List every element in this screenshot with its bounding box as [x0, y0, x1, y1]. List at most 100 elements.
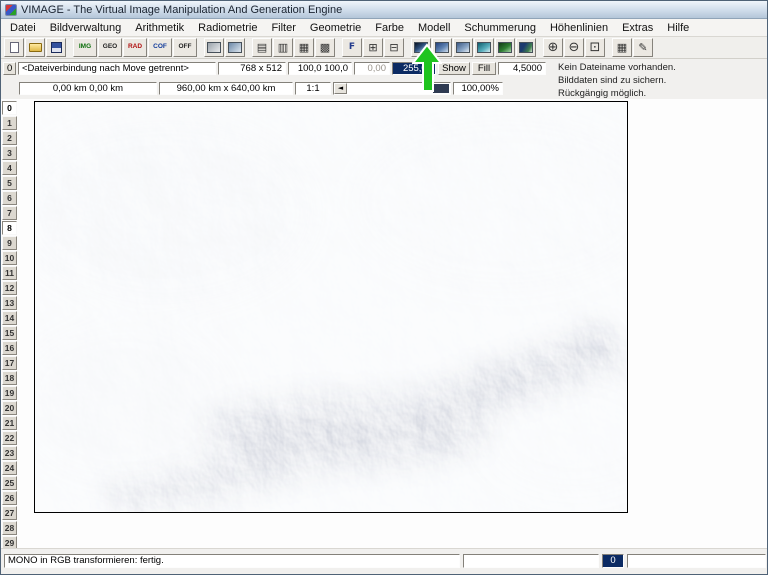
image-slot-button[interactable]: 6	[2, 191, 17, 205]
menu-bildverwaltung[interactable]: Bildverwaltung	[43, 21, 129, 35]
zoom-window-button[interactable]: ⊡	[585, 38, 605, 57]
map-extent-field: 960,00 km x 640,00 km	[159, 82, 293, 95]
zoom-percent-field: 100,00%	[453, 82, 503, 95]
interlace-vertical-button[interactable]: ▥	[273, 38, 293, 57]
image-slot-button[interactable]: 5	[2, 176, 17, 190]
factor-value-field[interactable]: 4,5000	[498, 62, 546, 75]
vimage-window: VIMAGE - The Virtual Image Manipulation …	[0, 0, 768, 575]
menu-farbe[interactable]: Farbe	[368, 21, 411, 35]
image-slot-button[interactable]: 28	[2, 521, 17, 535]
data-status-text: Bilddaten sind zu sichern.	[558, 75, 666, 86]
relief-mixed-button[interactable]	[516, 38, 536, 57]
geo-info-button[interactable]: GEO	[98, 38, 122, 57]
toolbar-button-icon: ▤	[257, 42, 267, 53]
show-button[interactable]: Show	[438, 62, 470, 75]
toolbar-separator[interactable]	[537, 38, 542, 57]
preview-gray-button[interactable]	[204, 38, 224, 57]
interlace-horizontal-button[interactable]: ▤	[252, 38, 272, 57]
image-slot-button[interactable]: 14	[2, 311, 17, 325]
status-extra-field	[627, 554, 766, 568]
img-info-button[interactable]: IMG	[73, 38, 97, 57]
menu-geometrie[interactable]: Geometrie	[303, 21, 368, 35]
image-slot-button[interactable]: 24	[2, 461, 17, 475]
toolbar-button-icon: ▩	[320, 42, 330, 53]
edit-table-button[interactable]: ✎	[633, 38, 653, 57]
relief-map-image	[35, 102, 627, 512]
status-counter-field: 0	[602, 554, 624, 568]
relief-green-button[interactable]	[495, 38, 515, 57]
new-image-button[interactable]	[4, 38, 24, 57]
menu-modell[interactable]: Modell	[411, 21, 457, 35]
cof-info-button[interactable]: COF	[148, 38, 172, 57]
current-slot-indicator[interactable]: 0	[3, 62, 16, 75]
info-panel: 0 <Dateiverbindung nach Move getrennt> 7…	[1, 59, 767, 99]
toolbar-button-icon	[519, 42, 533, 53]
image-slot-button[interactable]: 3	[2, 146, 17, 160]
image-slot-button[interactable]: 16	[2, 341, 17, 355]
relief-teal-button[interactable]	[474, 38, 494, 57]
relief-steel-button[interactable]	[453, 38, 473, 57]
preview-blue-button[interactable]	[225, 38, 245, 57]
toolbar-separator[interactable]	[405, 38, 410, 57]
image-slot-button[interactable]: 20	[2, 401, 17, 415]
image-slot-button[interactable]: 2	[2, 131, 17, 145]
grid-add-button[interactable]: ⊞	[363, 38, 383, 57]
toolbar-button-label: COF	[153, 44, 167, 51]
image-slot-button[interactable]: 7	[2, 206, 17, 220]
image-slot-button[interactable]: 4	[2, 161, 17, 175]
toolbar-button-label: GEO	[103, 44, 117, 51]
status-message-field: MONO in RGB transformieren: fertig.	[4, 554, 460, 568]
toolbar-separator[interactable]	[246, 38, 251, 57]
menu-filter[interactable]: Filter	[264, 21, 302, 35]
menu-hoehenlinien[interactable]: Höhenlinien	[543, 21, 615, 35]
image-slot-button[interactable]: 8	[2, 221, 17, 235]
workspace: 0123456789101112131415161718192021222324…	[1, 99, 767, 548]
menu-hilfe[interactable]: Hilfe	[660, 21, 696, 35]
image-slot-button[interactable]: 1	[2, 116, 17, 130]
image-slot-button[interactable]: 15	[2, 326, 17, 340]
cursor-position-field: 0,00 km 0,00 km	[19, 82, 157, 95]
fill-button[interactable]: Fill	[472, 62, 496, 75]
image-slot-button[interactable]: 18	[2, 371, 17, 385]
image-slot-button[interactable]: 9	[2, 236, 17, 250]
image-slot-button[interactable]: 11	[2, 266, 17, 280]
grid-remove-button[interactable]: ⊟	[384, 38, 404, 57]
image-slot-button[interactable]: 19	[2, 386, 17, 400]
interlace-cross-button[interactable]: ▦	[294, 38, 314, 57]
image-slot-button[interactable]: 27	[2, 506, 17, 520]
image-slot-button[interactable]: 17	[2, 356, 17, 370]
image-slot-button[interactable]: 26	[2, 491, 17, 505]
save-image-button[interactable]	[46, 38, 66, 57]
menu-extras[interactable]: Extras	[615, 21, 660, 35]
toolbar-separator[interactable]	[336, 38, 341, 57]
matrix-pattern-button[interactable]: ▩	[315, 38, 335, 57]
image-slot-button[interactable]: 22	[2, 431, 17, 445]
function-table-button[interactable]: F	[342, 38, 362, 57]
image-slot-button[interactable]: 13	[2, 296, 17, 310]
toolbar-separator[interactable]	[606, 38, 611, 57]
menu-arithmetik[interactable]: Arithmetik	[128, 21, 191, 35]
open-image-button[interactable]	[25, 38, 45, 57]
menu-datei[interactable]: Datei	[3, 21, 43, 35]
link-status-field: <Dateiverbindung nach Move getrennt>	[18, 62, 216, 75]
toolbar: IMG GEO RAD COF OFF ▤ ▥	[1, 37, 767, 59]
image-slot-button[interactable]: 10	[2, 251, 17, 265]
zoom-in-button[interactable]: ⊕	[543, 38, 563, 57]
image-slot-button[interactable]: 23	[2, 446, 17, 460]
menu-schummerung[interactable]: Schummerung	[457, 21, 543, 35]
image-slot-button[interactable]: 12	[2, 281, 17, 295]
toolbar-separator[interactable]	[67, 38, 72, 57]
toolbar-separator[interactable]	[198, 38, 203, 57]
value-table-button[interactable]: ▦	[612, 38, 632, 57]
slider-left-arrow-icon[interactable]: ◄	[334, 83, 347, 94]
menu-radiometrie[interactable]: Radiometrie	[191, 21, 264, 35]
image-display-area[interactable]	[34, 101, 628, 513]
file-status-text: Kein Dateiname vorhanden.	[558, 62, 676, 73]
rad-info-button[interactable]: RAD	[123, 38, 147, 57]
image-slot-button[interactable]: 0	[2, 101, 17, 115]
min-value-field[interactable]: 0,00	[354, 62, 390, 75]
image-slot-button[interactable]: 25	[2, 476, 17, 490]
zoom-out-button[interactable]: ⊖	[564, 38, 584, 57]
image-slot-button[interactable]: 21	[2, 416, 17, 430]
off-toggle-button[interactable]: OFF	[173, 38, 197, 57]
